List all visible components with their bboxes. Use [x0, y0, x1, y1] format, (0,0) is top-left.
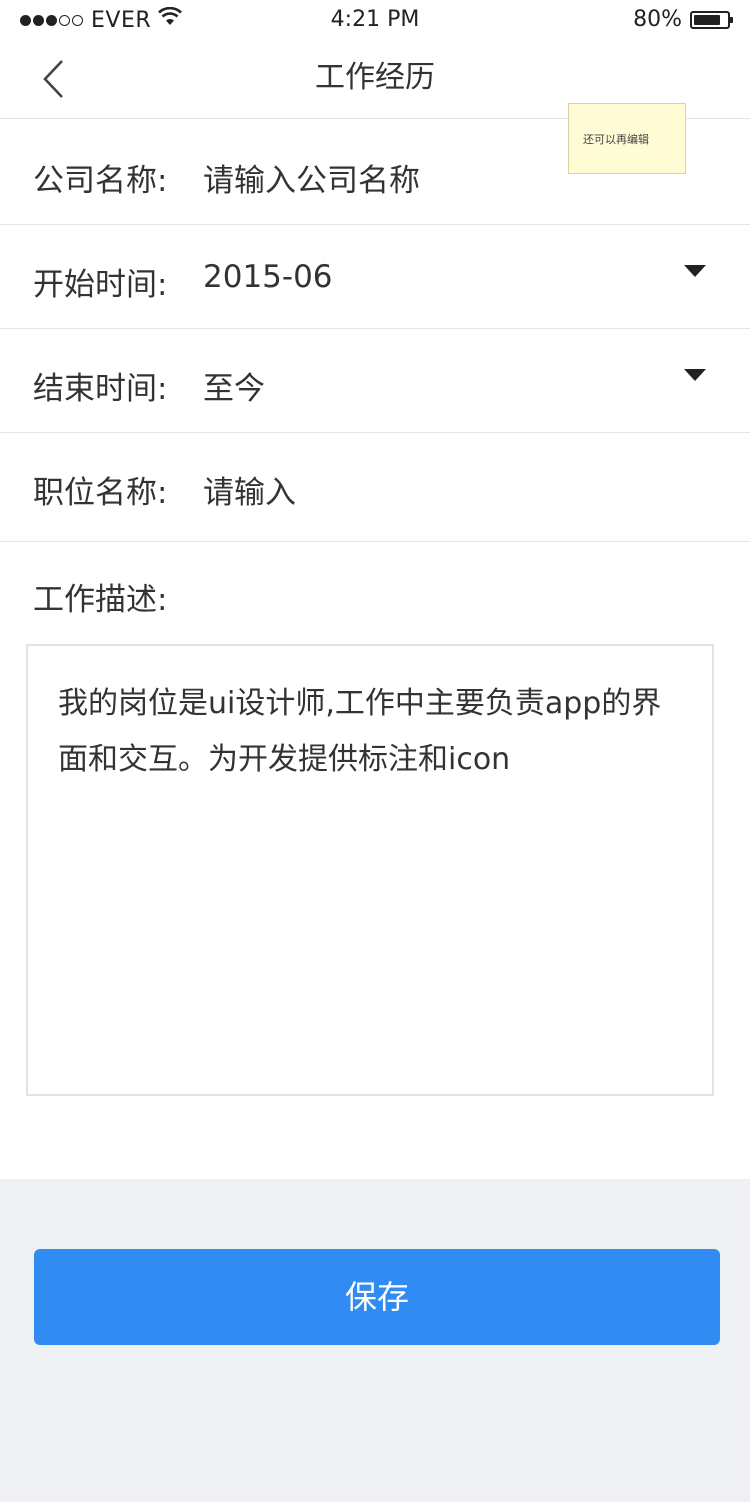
position-input[interactable]: 请输入	[203, 467, 296, 512]
end-time-row[interactable]: 结束时间: 至今	[0, 329, 750, 433]
battery-cap	[730, 16, 733, 23]
battery-icon	[690, 10, 733, 29]
company-row[interactable]: 公司名称: 请输入公司名称	[0, 119, 750, 225]
end-time-label: 结束时间:	[33, 371, 168, 407]
start-time-label: 开始时间:	[33, 267, 168, 303]
status-bar: EVER 4:21 PM 80%	[0, 0, 750, 40]
company-label: 公司名称:	[33, 163, 168, 199]
page-title: 工作经历	[315, 60, 435, 95]
description-textarea[interactable]: 我的岗位是ui设计师,工作中主要负责app的界面和交互。为开发提供标注和icon	[26, 644, 714, 1096]
caret-down-icon[interactable]	[684, 369, 706, 381]
caret-down-icon[interactable]	[684, 265, 706, 277]
start-time-value[interactable]: 2015-06	[203, 259, 333, 295]
status-right: 80%	[633, 7, 733, 32]
battery-fill	[694, 14, 720, 25]
start-time-row[interactable]: 开始时间: 2015-06	[0, 225, 750, 329]
end-time-value[interactable]: 至今	[203, 363, 265, 408]
bottom-area: 保存	[0, 1179, 750, 1502]
description-label: 工作描述:	[33, 582, 168, 618]
position-label: 职位名称:	[33, 475, 168, 511]
position-row[interactable]: 职位名称: 请输入	[0, 433, 750, 542]
battery-percent: 80%	[633, 7, 682, 32]
company-input[interactable]: 请输入公司名称	[203, 155, 420, 200]
save-button[interactable]: 保存	[34, 1249, 720, 1345]
